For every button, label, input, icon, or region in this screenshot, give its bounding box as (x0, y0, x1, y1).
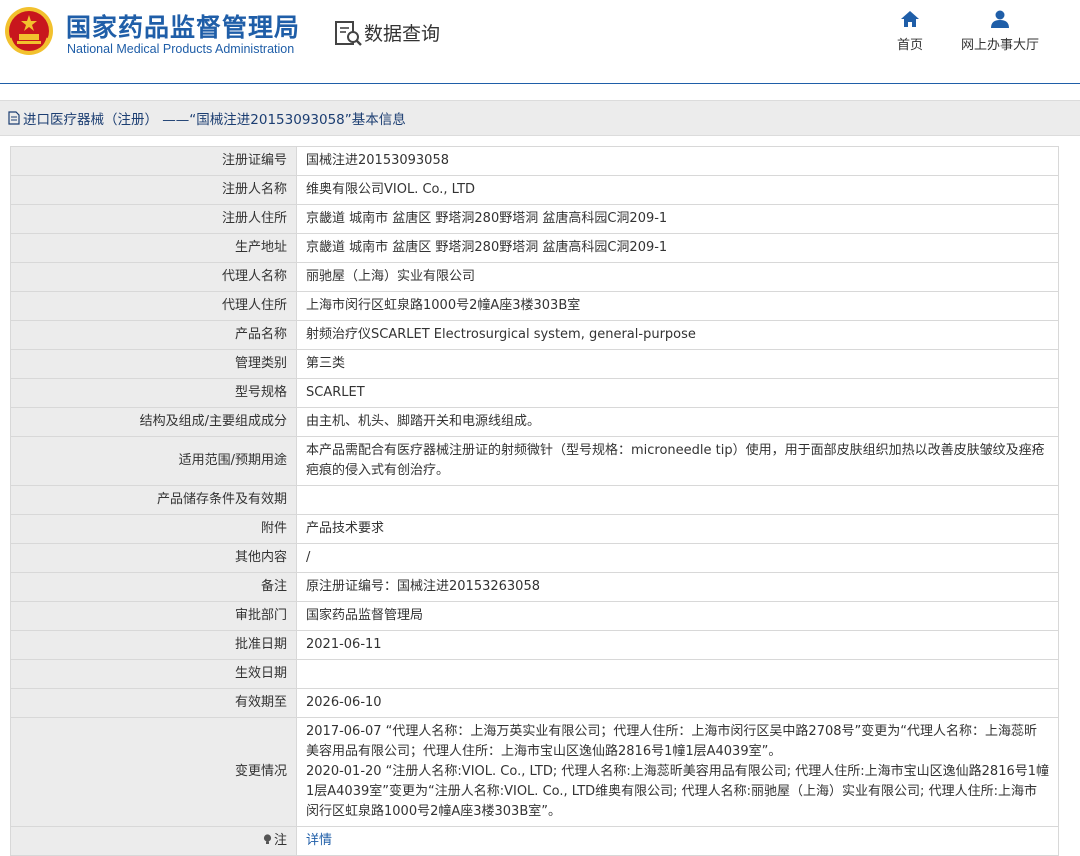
field-value: SCARLET (296, 378, 1059, 408)
nav-home-label: 首页 (896, 38, 923, 53)
field-label: 附件 (10, 514, 297, 544)
table-row: 批准日期 2021-06-11 (10, 630, 1059, 660)
field-label: 代理人名称 (10, 262, 297, 292)
table-row: 备注 原注册证编号：国械注进20153263058 (10, 572, 1059, 602)
field-label: 代理人住所 (10, 291, 297, 321)
field-label: 备注 (10, 572, 297, 602)
table-row: 有效期至 2026-06-10 (10, 688, 1059, 718)
note-label-cell: 注 (10, 826, 297, 856)
field-label: 生产地址 (10, 233, 297, 263)
field-value: 2026-06-10 (296, 688, 1059, 718)
table-row: 管理类别 第三类 (10, 349, 1059, 379)
section-title: 数据查询 (364, 23, 441, 45)
table-row: 注册人住所 京畿道 城南市 盆唐区 野塔洞280野塔洞 盆唐高科园C洞209-1 (10, 204, 1059, 234)
field-value: 国家药品监督管理局 (296, 601, 1059, 631)
nav-online-hall[interactable]: 网上办事大厅 (958, 10, 1042, 53)
table-row: 注册人名称 维奥有限公司VIOL. Co., LTD (10, 175, 1059, 205)
field-value: 丽驰屋（上海）实业有限公司 (296, 262, 1059, 292)
field-value: 上海市闵行区虹泉路1000号2幢A座3楼303B室 (296, 291, 1059, 321)
nav-online-hall-label: 网上办事大厅 (960, 38, 1039, 53)
field-value: 原注册证编号：国械注进20153263058 (296, 572, 1059, 602)
table-row: 适用范围/预期用途 本产品需配合有医疗器械注册证的射频微针（型号规格：micron… (10, 436, 1059, 486)
home-icon (901, 11, 919, 27)
table-row: 代理人名称 丽驰屋（上海）实业有限公司 (10, 262, 1059, 292)
page-title: 进口医疗器械（注册） ——“国械注进20153093058”基本信息 (23, 112, 406, 128)
org-name-en: National Medical Products Administration (67, 42, 295, 56)
field-label: 适用范围/预期用途 (10, 436, 297, 486)
user-icon (991, 10, 1009, 28)
table-row: 结构及组成/主要组成成分 由主机、机头、脚踏开关和电源线组成。 (10, 407, 1059, 437)
field-value: 京畿道 城南市 盆唐区 野塔洞280野塔洞 盆唐高科园C洞209-1 (296, 204, 1059, 234)
table-row: 代理人住所 上海市闵行区虹泉路1000号2幢A座3楼303B室 (10, 291, 1059, 321)
field-label: 其他内容 (10, 543, 297, 573)
field-label: 变更情况 (10, 717, 297, 827)
field-label: 批准日期 (10, 630, 297, 660)
field-value: 2021-06-11 (296, 630, 1059, 660)
table-row: 产品名称 射频治疗仪SCARLET Electrosurgical system,… (10, 320, 1059, 350)
nav-home[interactable]: 首页 (893, 10, 927, 53)
table-row: 产品储存条件及有效期 (10, 485, 1059, 515)
field-label: 生效日期 (10, 659, 297, 689)
field-label: 产品储存条件及有效期 (10, 485, 297, 515)
data-query-icon (335, 21, 362, 46)
change-entry: 2017-06-07 “代理人名称：上海万英实业有限公司；代理人住所：上海市闵行… (306, 724, 1037, 759)
note-value: 详情 (296, 826, 1059, 856)
field-label: 结构及组成/主要组成成分 (10, 407, 297, 437)
field-value: 第三类 (296, 349, 1059, 379)
table-row: 审批部门 国家药品监督管理局 (10, 601, 1059, 631)
field-value: 京畿道 城南市 盆唐区 野塔洞280野塔洞 盆唐高科园C洞209-1 (296, 233, 1059, 263)
table-row: 其他内容 / (10, 543, 1059, 573)
field-label: 注册人名称 (10, 175, 297, 205)
device-info-table: 注册证编号 国械注进20153093058 注册人名称 维奥有限公司VIOL. Co.… (10, 146, 1059, 856)
field-value: 维奥有限公司VIOL. Co., LTD (296, 175, 1059, 205)
field-label: 注册证编号 (10, 146, 297, 176)
lightbulb-icon (263, 834, 272, 844)
details-link[interactable]: 详情 (306, 833, 332, 848)
table-row: 生产地址 京畿道 城南市 盆唐区 野塔洞280野塔洞 盆唐高科园C洞209-1 (10, 233, 1059, 263)
org-name-cn: 国家药品监督管理局 (66, 13, 301, 42)
field-value: 国械注进20153093058 (296, 146, 1059, 176)
national-emblem-icon (5, 7, 53, 55)
change-entry: 2020-01-20 “注册人名称:VIOL. Co., LTD; 代理人名称:… (306, 764, 1050, 819)
field-value: / (296, 543, 1059, 573)
field-value (296, 659, 1059, 689)
site-header: 国家药品监督管理局 National Medical Products Admi… (0, 0, 1080, 84)
field-value: 产品技术要求 (296, 514, 1059, 544)
field-value (296, 485, 1059, 515)
page-title-bar: 进口医疗器械（注册） ——“国械注进20153093058”基本信息 (0, 100, 1080, 136)
field-label: 产品名称 (10, 320, 297, 350)
table-row: 型号规格 SCARLET (10, 378, 1059, 408)
field-value: 由主机、机头、脚踏开关和电源线组成。 (296, 407, 1059, 437)
change-history: 2017-06-07 “代理人名称：上海万英实业有限公司；代理人住所：上海市闵行… (296, 717, 1059, 827)
field-label: 管理类别 (10, 349, 297, 379)
field-value: 射频治疗仪SCARLET Electrosurgical system, gen… (296, 320, 1059, 350)
field-label: 有效期至 (10, 688, 297, 718)
field-label: 型号规格 (10, 378, 297, 408)
note-label: 注 (273, 833, 287, 848)
field-label: 审批部门 (10, 601, 297, 631)
table-row-changes: 变更情况 2017-06-07 “代理人名称：上海万英实业有限公司；代理人住所：上… (10, 717, 1059, 827)
table-row: 生效日期 (10, 659, 1059, 689)
document-icon (8, 111, 20, 125)
field-value: 本产品需配合有医疗器械注册证的射频微针（型号规格：microneedle tip… (296, 436, 1059, 486)
field-label: 注册人住所 (10, 204, 297, 234)
table-row-note: 注 详情 (10, 826, 1059, 856)
table-row: 附件 产品技术要求 (10, 514, 1059, 544)
table-row: 注册证编号 国械注进20153093058 (10, 146, 1059, 176)
